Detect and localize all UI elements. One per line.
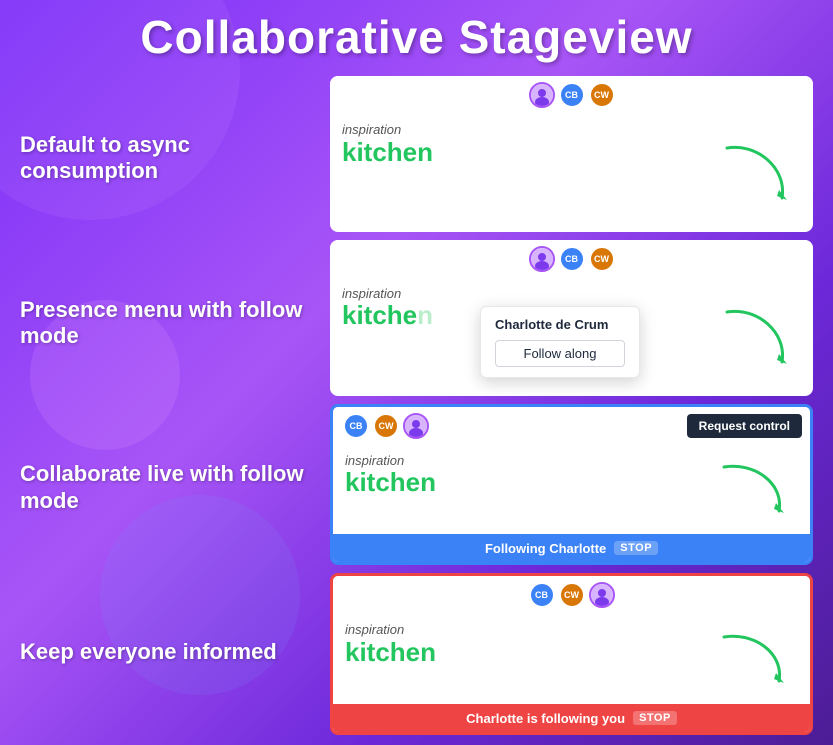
- arrow-svg-1: [717, 138, 797, 208]
- panel-2-arrow: [717, 286, 797, 388]
- panel-4-header: CB CW: [333, 576, 810, 614]
- panel-4-kitchen-text: kitchen: [345, 638, 436, 667]
- panel-1-arrow: [717, 122, 797, 224]
- panel-3-inspiration: inspiration kitchen: [345, 453, 436, 497]
- label-item-4: Keep everyone informed: [20, 570, 310, 735]
- label-text-2: Presence menu with follow mode: [20, 297, 310, 350]
- presence-popup: Charlotte de Crum Follow along: [480, 306, 640, 378]
- panel-1-header: CB CW: [330, 76, 813, 114]
- arrow-svg-4: [714, 629, 794, 689]
- avatar-cb-4: CB: [529, 582, 555, 608]
- panel-3-arrow: [714, 453, 794, 527]
- panel-1-kitchen-text: kitchen: [342, 138, 433, 167]
- request-control-button[interactable]: Request control: [687, 414, 802, 438]
- panel-2-inspiration-label: inspiration: [342, 286, 433, 302]
- charlotte-avatar-svg-1: [531, 84, 553, 106]
- panel-4-avatars: CB CW: [529, 582, 615, 608]
- avatar-charlotte-4: [589, 582, 615, 608]
- panel-3-kitchen-text: kitchen: [345, 468, 436, 497]
- avatar-cb-1: CB: [559, 82, 585, 108]
- panel-2-kitchen-text: kitchen: [342, 301, 433, 330]
- panel-4: CB CW: [330, 573, 813, 735]
- avatar-charlotte-3: [403, 413, 429, 439]
- panel-2: CB CW inspiration kitchen Charlotte de: [330, 240, 813, 396]
- label-text-4: Keep everyone informed: [20, 639, 277, 665]
- avatar-charlotte-1: [529, 82, 555, 108]
- avatar-cw-3: CW: [373, 413, 399, 439]
- popup-name: Charlotte de Crum: [495, 317, 625, 332]
- label-text-1: Default to async consumption: [20, 132, 310, 185]
- charlotte-avatar-svg-4: [591, 584, 613, 606]
- panel-1-content: inspiration kitchen: [330, 114, 813, 232]
- label-item-2: Presence menu with follow mode: [20, 241, 310, 406]
- stop-badge-4[interactable]: STOP: [633, 711, 677, 725]
- panel-1-inspiration-label: inspiration: [342, 122, 433, 138]
- panel-3-avatars: CB CW: [343, 413, 429, 439]
- right-panels: CB CW inspiration kitchen: [330, 76, 813, 735]
- arrow-svg-2: [717, 302, 797, 372]
- panel-3-inspiration-label: inspiration: [345, 453, 436, 469]
- panel-3: CB CW Request contr: [330, 404, 813, 566]
- panel-2-inspiration: inspiration kitchen: [342, 286, 433, 330]
- label-item-3: Collaborate live with follow mode: [20, 406, 310, 571]
- page-container: Collaborative Stageview Default to async…: [0, 0, 833, 745]
- avatar-charlotte-2: [529, 246, 555, 272]
- follow-along-button[interactable]: Follow along: [495, 340, 625, 367]
- panel-3-header: CB CW Request contr: [333, 407, 810, 445]
- avatar-cw-2: CW: [589, 246, 615, 272]
- charlotte-avatar-svg-3: [405, 415, 427, 437]
- stop-badge-3[interactable]: STOP: [614, 541, 658, 555]
- panel-2-avatars: CB CW: [529, 246, 615, 272]
- left-labels: Default to async consumption Presence me…: [20, 76, 310, 735]
- panel-2-content: inspiration kitchen Charlotte de Crum Fo…: [330, 278, 813, 396]
- avatar-cw-4: CW: [559, 582, 585, 608]
- panel-1: CB CW inspiration kitchen: [330, 76, 813, 232]
- panel-4-inspiration: inspiration kitchen: [345, 622, 436, 666]
- avatar-cw-1: CW: [589, 82, 615, 108]
- panel-4-arrow: [714, 622, 794, 696]
- panel-3-content: inspiration kitchen: [333, 445, 810, 535]
- charlotte-following-bar-text: Charlotte is following you: [466, 711, 625, 726]
- content-area: Default to async consumption Presence me…: [20, 76, 813, 735]
- arrow-svg-3: [714, 459, 794, 519]
- charlotte-avatar-svg-2: [531, 248, 553, 270]
- panel-4-inspiration-label: inspiration: [345, 622, 436, 638]
- avatar-cb-3: CB: [343, 413, 369, 439]
- charlotte-following-bar: Charlotte is following you STOP: [333, 704, 810, 732]
- label-text-3: Collaborate live with follow mode: [20, 461, 310, 514]
- page-title: Collaborative Stageview: [20, 10, 813, 64]
- panel-1-avatars: CB CW: [529, 82, 615, 108]
- following-bar: Following Charlotte STOP: [333, 534, 810, 562]
- avatar-cb-2: CB: [559, 246, 585, 272]
- label-item-1: Default to async consumption: [20, 76, 310, 241]
- panel-2-header: CB CW: [330, 240, 813, 278]
- panel-1-inspiration: inspiration kitchen: [342, 122, 433, 166]
- following-bar-text: Following Charlotte: [485, 541, 606, 556]
- panel-4-content: inspiration kitchen: [333, 614, 810, 704]
